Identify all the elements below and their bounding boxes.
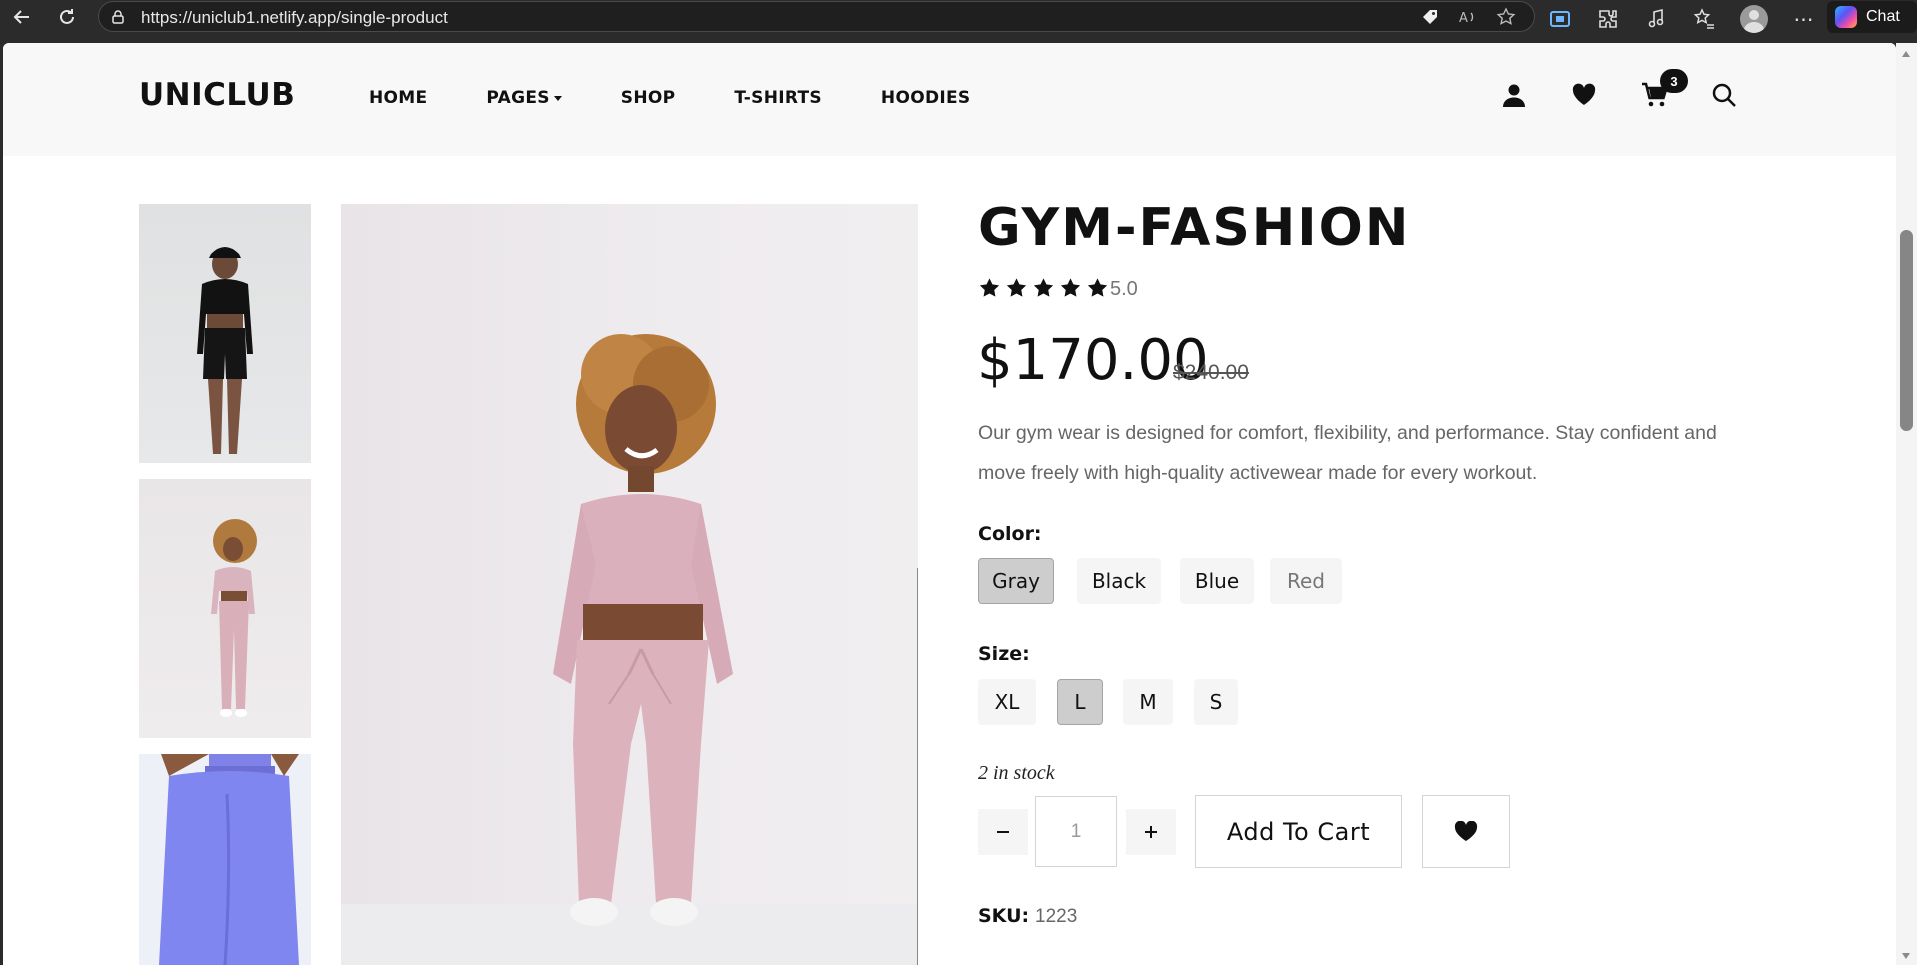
scroll-down-arrow-icon[interactable] [1902, 953, 1910, 959]
product-thumbnail[interactable] [139, 204, 311, 463]
size-option-s[interactable]: S [1194, 679, 1238, 725]
nav-pages-label: PAGES [486, 88, 550, 108]
shopping-tag-icon[interactable] [1420, 7, 1440, 27]
minus-icon [997, 831, 1009, 833]
quantity-decrease-button[interactable] [978, 809, 1028, 855]
address-bar[interactable]: https://uniclub1.netlify.app/single-prod… [98, 1, 1535, 32]
product-description: Our gym wear is designed for comfort, fl… [978, 422, 1717, 484]
star-icon [1060, 278, 1081, 297]
header-icons: 3 [1501, 69, 1737, 108]
caret-down-icon [553, 95, 562, 101]
original-price: $240.00 [1173, 361, 1249, 384]
nav-pages[interactable]: PAGES [486, 88, 562, 108]
profile-icon[interactable] [1740, 5, 1768, 33]
nav-shop[interactable]: SHOP [621, 88, 676, 108]
star-icon [1006, 278, 1027, 297]
star-icon [979, 278, 1000, 297]
media-icon[interactable] [1644, 7, 1668, 31]
site-logo[interactable]: UNICLUB [139, 77, 295, 113]
extensions-icon[interactable] [1596, 7, 1620, 31]
page-viewport: UNICLUB HOME PAGES SHOP T-SHIRTS HOODIES… [3, 43, 1896, 965]
reload-icon[interactable] [56, 6, 78, 28]
user-icon[interactable] [1501, 82, 1527, 108]
product-title: GYM-FASHION [978, 198, 1411, 258]
color-option-blue[interactable]: Blue [1180, 558, 1254, 604]
site-header: UNICLUB HOME PAGES SHOP T-SHIRTS HOODIES… [3, 43, 1896, 156]
nav-t-shirts-label: T-SHIRTS [734, 88, 822, 108]
product-main-image[interactable] [341, 204, 918, 965]
size-option-m[interactable]: M [1123, 679, 1173, 725]
star-icon [1087, 278, 1108, 297]
cart-count-badge: 3 [1660, 69, 1688, 93]
quantity-input[interactable]: 1 [1035, 796, 1117, 867]
copilot-icon [1835, 6, 1857, 28]
cart-icon[interactable]: 3 [1641, 69, 1688, 108]
star-icon [1033, 278, 1054, 297]
favorites-icon[interactable] [1692, 7, 1716, 31]
page-scrollbar[interactable] [1896, 43, 1917, 965]
size-option-xl[interactable]: XL [978, 679, 1036, 725]
stock-status: 2 in stock [978, 762, 1055, 784]
nav-home[interactable]: HOME [369, 88, 427, 108]
nav-home-label: HOME [369, 88, 428, 108]
image-edge-line [917, 568, 918, 965]
favorite-star-icon[interactable] [1496, 7, 1516, 27]
rating-stars [978, 277, 1109, 299]
main-nav: HOME PAGES SHOP T-SHIRTS HOODIES [369, 88, 1029, 108]
read-aloud-icon[interactable]: A [1458, 7, 1478, 27]
heart-icon[interactable] [1571, 82, 1597, 108]
add-to-cart-button[interactable]: Add To Cart [1195, 795, 1402, 868]
sku-value: 1223 [1035, 906, 1078, 927]
chat-label: Chat [1866, 8, 1900, 25]
heart-icon [1454, 820, 1478, 841]
lock-icon [112, 10, 124, 24]
size-option-l[interactable]: L [1057, 679, 1103, 725]
nav-t-shirts[interactable]: T-SHIRTS [734, 88, 822, 108]
nav-shop-label: SHOP [620, 88, 676, 108]
sku-label: SKU: [978, 905, 1030, 927]
nav-hoodies[interactable]: HOODIES [881, 88, 971, 108]
screen-capture-icon[interactable] [1548, 7, 1572, 31]
plus-icon [1145, 826, 1157, 838]
back-arrow-icon[interactable] [11, 6, 33, 28]
color-option-gray[interactable]: Gray [978, 558, 1054, 604]
nav-hoodies-label: HOODIES [880, 88, 971, 108]
browser-toolbar: https://uniclub1.netlify.app/single-prod… [0, 0, 1917, 34]
svg-text:A: A [1459, 11, 1468, 26]
color-label: Color: [978, 523, 1042, 545]
color-option-black[interactable]: Black [1077, 558, 1161, 604]
color-option-red[interactable]: Red [1270, 558, 1342, 604]
search-icon[interactable] [1711, 82, 1737, 108]
url-text[interactable]: https://uniclub1.netlify.app/single-prod… [141, 8, 448, 28]
more-options-icon[interactable]: ⋯ [1792, 7, 1816, 31]
product-thumbnail[interactable] [139, 754, 311, 965]
rating-value: 5.0 [1110, 278, 1138, 300]
scroll-thumb[interactable] [1900, 230, 1913, 431]
copilot-chat-button[interactable]: Chat [1827, 1, 1917, 33]
product-thumbnail[interactable] [139, 479, 311, 738]
size-label: Size: [978, 643, 1030, 665]
scroll-up-arrow-icon[interactable] [1902, 51, 1910, 57]
quantity-increase-button[interactable] [1126, 809, 1176, 855]
wishlist-button[interactable] [1422, 795, 1510, 868]
